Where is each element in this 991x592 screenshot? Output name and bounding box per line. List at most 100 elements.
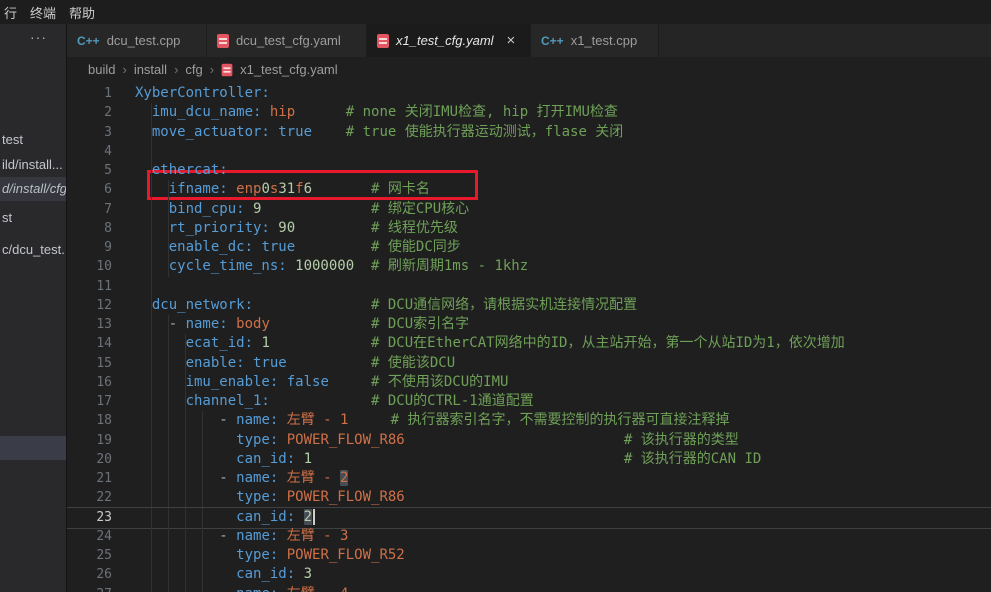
code-line-21[interactable]: 21 - name: 左臂 - 2 [67,469,991,489]
token-k: imu_dcu_name: [135,104,261,120]
sidebar-item-2[interactable]: d/install/cfg [0,177,67,201]
code-line-20[interactable]: 20 can_id: 1 # 该执行器的CAN ID [67,450,991,470]
breadcrumb-separator: › [174,62,178,77]
code-text: - name: body # DCU索引名字 [135,315,469,334]
menu-item-1[interactable]: 终端 [26,3,65,22]
code-text: channel_1: # DCU的CTRL-1通道配置 [135,392,534,411]
code-text: cycle_time_ns: 1000000 # 刷新周期1ms - 1khz [135,257,528,276]
tab-x1_test_cfg.yaml[interactable]: x1_test_cfg.yaml× [367,24,531,57]
menu-item-2[interactable]: 帮助 [65,3,104,22]
menu-bar: 行终端帮助 [0,0,991,24]
token-k: dcu_network: [135,297,253,313]
code-text: can_id: 3 [135,565,312,584]
line-number: 3 [67,123,112,142]
token-c: # DCU在EtherCAT网络中的ID，从主站开始，第一个从站ID为1，依次增… [270,335,845,351]
sidebar-item-4[interactable]: c/dcu_test... [0,238,67,262]
code-line-5[interactable]: 5 ethercat: [67,161,991,181]
breadcrumb-item-cfg[interactable]: cfg [185,62,202,77]
sidebar-item-3[interactable]: st [0,206,67,230]
line-number: 19 [67,431,112,450]
tab-x1_test.cpp[interactable]: C++x1_test.cpp [531,24,659,57]
code-line-14[interactable]: 14 ecat_id: 1 # DCU在EtherCAT网络中的ID，从主站开始… [67,334,991,354]
token-k: type: [135,547,278,563]
token-c: # 线程优先级 [295,220,458,236]
tab-label: dcu_test_cfg.yaml [236,33,341,48]
code-line-27[interactable]: 27 - name: 左臂 - 4 [67,585,991,592]
code-line-8[interactable]: 8 rt_priority: 90 # 线程优先级 [67,219,991,239]
code-line-12[interactable]: 12 dcu_network: # DCU通信网络，请根据实机连接情况配置 [67,296,991,316]
line-number: 8 [67,219,112,238]
code-line-15[interactable]: 15 enable: true # 使能该DCU [67,354,991,374]
code-text: ecat_id: 1 # DCU在EtherCAT网络中的ID，从主站开始，第一… [135,334,845,353]
code-line-18[interactable]: 18 - name: 左臂 - 1 # 执行器索引名字，不需要控制的执行器可直接… [67,411,991,431]
token-k: move_actuator: [135,124,270,140]
code-line-7[interactable]: 7 bind_cpu: 9 # 绑定CPU核心 [67,200,991,220]
code-line-10[interactable]: 10 cycle_time_ns: 1000000 # 刷新周期1ms - 1k… [67,257,991,277]
code-text: type: POWER_FLOW_R52 [135,546,405,565]
close-icon[interactable]: × [507,32,516,49]
sidebar-overflow-ellipsis-icon[interactable]: ··· [30,29,47,45]
tab-dcu_test.cpp[interactable]: C++ dcu_test.cpp [67,24,207,57]
tab-dcu_test_cfg.yaml[interactable]: dcu_test_cfg.yaml [207,24,367,57]
code-line-22[interactable]: 22 type: POWER_FLOW_R86 [67,488,991,508]
breadcrumb-item-build[interactable]: build [88,62,115,77]
line-number: 21 [67,469,112,488]
tab-label: x1_test.cpp [571,33,638,48]
sidebar-item-0[interactable]: test [0,128,67,152]
breadcrumb-file[interactable]: x1_test_cfg.yaml [240,62,338,77]
token-k: name: [186,316,228,332]
token-n [295,509,303,525]
sidebar-item-1[interactable]: ild/install... [0,153,67,177]
line-number: 18 [67,411,112,430]
menu-item-0[interactable]: 行 [0,3,26,22]
code-line-11[interactable]: 11 [67,277,991,297]
code-line-24[interactable]: 24 - name: 左臂 - 3 [67,527,991,547]
code-line-4[interactable]: 4 [67,142,991,162]
highlighted-match: 2 [304,509,312,525]
code-line-26[interactable]: 26 can_id: 3 [67,565,991,585]
tab-label: dcu_test.cpp [107,33,181,48]
editor-tab-bar: C++ dcu_test.cpp dcu_test_cfg.yaml x1_test_… [67,24,991,57]
code-text: imu_enable: false # 不使用该DCU的IMU [135,373,508,392]
code-line-1[interactable]: 1XyberController: [67,84,991,104]
token-d: - [135,586,236,592]
token-k: ethercat: [135,162,228,178]
token-c: # true 使能执行器运动测试，flase 关闭 [312,124,623,140]
token-c: # 使能DC同步 [295,239,461,255]
line-number: 10 [67,257,112,276]
token-d: - [135,412,236,428]
indent-guide [151,277,152,297]
code-editor[interactable]: 1XyberController:2 imu_dcu_name: hip # n… [67,82,991,592]
line-number: 9 [67,238,112,257]
line-number: 1 [67,84,112,103]
code-line-6[interactable]: 6 ifname: enp0s31f6 # 网卡名 [67,180,991,200]
token-k: can_id: [135,509,295,525]
line-number: 12 [67,296,112,315]
code-line-19[interactable]: 19 type: POWER_FLOW_R86 # 该执行器的类型 [67,431,991,451]
code-line-16[interactable]: 16 imu_enable: false # 不使用该DCU的IMU [67,373,991,393]
token-s: 左臂 - [278,470,340,486]
highlighted-match: 2 [340,470,348,486]
token-k: can_id: [135,451,295,467]
code-line-3[interactable]: 3 move_actuator: true # true 使能执行器运动测试，f… [67,123,991,143]
code-text: - name: 左臂 - 4 [135,585,348,592]
token-s: body [228,316,270,332]
code-line-25[interactable]: 25 type: POWER_FLOW_R52 [67,546,991,566]
breadcrumb-item-install[interactable]: install [134,62,167,77]
token-b: true [245,355,287,371]
token-k: channel_1: [135,393,270,409]
code-text: - name: 左臂 - 3 [135,527,348,546]
code-text: move_actuator: true # true 使能执行器运动测试，fla… [135,123,623,142]
sidebar-item-5[interactable] [0,436,67,460]
token-s: 左臂 - 4 [278,586,348,592]
line-number: 7 [67,200,112,219]
token-s: hip [261,104,295,120]
cpp-file-icon: C++ [77,34,100,48]
code-line-9[interactable]: 9 enable_dc: true # 使能DC同步 [67,238,991,258]
code-line-2[interactable]: 2 imu_dcu_name: hip # none 关闭IMU检查, hip … [67,103,991,123]
code-line-17[interactable]: 17 channel_1: # DCU的CTRL-1通道配置 [67,392,991,412]
code-line-13[interactable]: 13 - name: body # DCU索引名字 [67,315,991,335]
code-line-23[interactable]: 23 can_id: 2 [67,507,991,529]
token-d: - [135,528,236,544]
code-text: rt_priority: 90 # 线程优先级 [135,219,458,238]
